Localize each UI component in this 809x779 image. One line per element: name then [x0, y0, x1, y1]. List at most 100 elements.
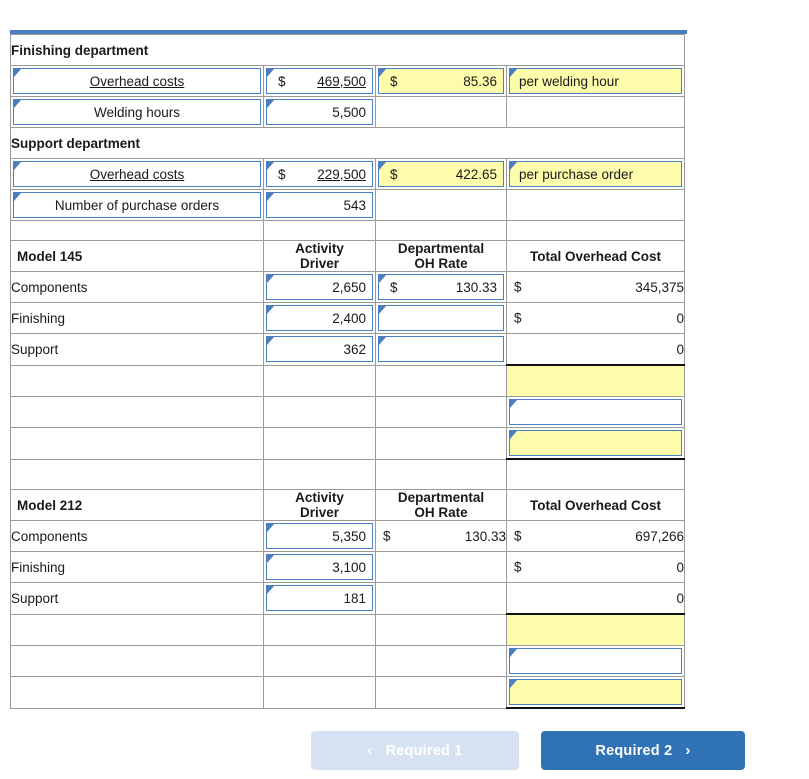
welding-hours-value: 5,500	[332, 104, 366, 120]
finishing-rate-output: $ 85.36	[378, 68, 504, 94]
model-212-section: Model 212 Activity Driver Departmental O…	[10, 489, 685, 709]
rate-unit-cell: per purchase order	[506, 158, 685, 190]
m145-support-total-value: 0	[676, 341, 684, 357]
departmental-oh-rate-header: Departmental OH Rate	[375, 489, 507, 521]
m212-extra-white-input[interactable]	[509, 648, 682, 674]
purchase-orders-input[interactable]: 543	[266, 192, 373, 218]
m212-support-total-value: 0	[676, 590, 684, 606]
table-row: Finishing 2,400 $ 0	[10, 302, 685, 334]
driver-select-welding-hours[interactable]: Welding hours	[13, 99, 261, 125]
m145-support-driver-input[interactable]: 362	[266, 336, 373, 363]
amount-cell: $ 229,500	[263, 158, 376, 190]
activity-driver-header-line2: Driver	[299, 505, 340, 520]
label-cell: Overhead costs	[10, 158, 264, 190]
blank-label-cell	[10, 645, 264, 677]
oh-rate-header-line2: OH Rate	[414, 256, 468, 271]
table-row: Components 5,350 $ 130.33 $ 697,266	[10, 520, 685, 552]
m212-support-driver-input[interactable]: 181	[266, 585, 373, 612]
driver-select-label: Number of purchase orders	[54, 197, 220, 213]
currency-symbol: $	[514, 279, 522, 295]
amount-cell: 5,500	[263, 96, 376, 128]
driver-select-purchase-orders[interactable]: Number of purchase orders	[13, 192, 261, 218]
m212-support-total-cell: 0	[506, 582, 685, 615]
m145-finishing-driver-input[interactable]: 2,400	[266, 305, 373, 331]
support-rate-value: 422.65	[455, 166, 497, 182]
m145-finishing-rate-input[interactable]	[378, 305, 504, 331]
currency-symbol: $	[514, 559, 522, 575]
activity-driver-header-line2: Driver	[299, 256, 340, 271]
blank-label-cell	[10, 613, 264, 646]
support-rate-unit-input[interactable]: per purchase order	[509, 161, 682, 187]
label-cell: Overhead costs	[10, 65, 264, 97]
account-select-overhead-costs-support[interactable]: Overhead costs	[13, 161, 261, 187]
table-row: Finishing department	[10, 34, 685, 66]
rate-cell	[375, 302, 507, 334]
table-row: Number of purchase orders 543	[10, 189, 685, 221]
currency-symbol: $	[514, 310, 522, 326]
m145-grand-total-input[interactable]	[509, 430, 682, 456]
table-header-row: Model 212 Activity Driver Departmental O…	[10, 489, 685, 521]
model-212-table: Model 212 Activity Driver Departmental O…	[10, 489, 685, 709]
activity-driver-header: Activity Driver	[263, 489, 376, 521]
m145-components-rate-value: 130.33	[455, 279, 497, 295]
spacer-cell	[263, 458, 376, 491]
blank-rate-cell	[375, 364, 507, 397]
chevron-right-icon: ›	[685, 742, 691, 759]
driver-cell: 2,400	[263, 302, 376, 334]
table-row: Support 362 0	[10, 333, 685, 366]
model-145-section: Model 145 Activity Driver Departmental O…	[10, 240, 685, 491]
m212-finishing-driver-value: 3,100	[332, 559, 366, 575]
table-row	[10, 396, 685, 428]
blank-label-cell	[10, 427, 264, 460]
table-row	[10, 613, 685, 646]
m212-extra-input-cell	[506, 645, 685, 677]
rate-unit-cell-empty	[506, 96, 685, 128]
required-2-button[interactable]: Required 2 ›	[541, 731, 745, 770]
support-overhead-costs-amount-value: 229,500	[317, 166, 366, 182]
table-row: Overhead costs $ 469,500 $ 85.36 per wel…	[10, 65, 685, 97]
required-1-label: Required 1	[385, 742, 463, 759]
support-overhead-costs-amount-input[interactable]: $ 229,500	[266, 161, 373, 187]
m145-extra-white-input[interactable]	[509, 399, 682, 425]
m145-components-total-value: 345,375	[635, 279, 684, 295]
purchase-orders-value: 543	[343, 197, 366, 213]
m145-support-driver-value: 362	[343, 341, 366, 357]
rate-cell: $ 130.33	[375, 271, 507, 303]
rate-cell: $ 85.36	[375, 65, 507, 97]
m212-finishing-driver-input[interactable]: 3,100	[266, 554, 373, 580]
department-title: Finishing department	[10, 34, 685, 66]
overhead-costs-amount-input[interactable]: $ 469,500	[266, 68, 373, 94]
currency-symbol: $	[514, 528, 522, 544]
required-1-button[interactable]: ‹ Required 1	[311, 731, 519, 770]
blank-rate-cell	[375, 676, 507, 709]
table-row	[10, 645, 685, 677]
m145-support-rate-input[interactable]	[378, 336, 504, 363]
currency-symbol: $	[278, 73, 286, 89]
rate-cell	[375, 333, 507, 366]
blank-label-cell	[10, 396, 264, 428]
m145-support-total-cell: 0	[506, 333, 685, 366]
m212-grand-total-input[interactable]	[509, 679, 682, 705]
m212-components-total-cell: $ 697,266	[506, 520, 685, 552]
blank-rate-cell	[375, 427, 507, 460]
account-select-overhead-costs[interactable]: Overhead costs	[13, 68, 261, 94]
m145-components-total-cell: $ 345,375	[506, 271, 685, 303]
driver-cell: 3,100	[263, 551, 376, 583]
total-overhead-cost-header: Total Overhead Cost	[506, 240, 685, 272]
driver-cell: 362	[263, 333, 376, 366]
m212-components-driver-input[interactable]: 5,350	[266, 523, 373, 549]
blank-rate-cell	[375, 396, 507, 428]
row-label-finishing: Finishing	[10, 551, 264, 583]
currency-symbol: $	[390, 73, 398, 89]
blank-label-cell	[10, 364, 264, 397]
model-145-table: Model 145 Activity Driver Departmental O…	[10, 240, 685, 491]
account-select-label: Overhead costs	[89, 166, 185, 182]
spacer-cell	[506, 458, 685, 491]
m145-finishing-total-value: 0	[676, 310, 684, 326]
welding-hours-input[interactable]: 5,500	[266, 99, 373, 125]
finishing-rate-unit-input[interactable]: per welding hour	[509, 68, 682, 94]
oh-rate-header-line1: Departmental	[397, 241, 485, 256]
m145-components-driver-input[interactable]: 2,650	[266, 274, 373, 300]
rate-unit-cell-empty	[506, 189, 685, 221]
m145-components-rate-input[interactable]: $ 130.33	[378, 274, 504, 300]
